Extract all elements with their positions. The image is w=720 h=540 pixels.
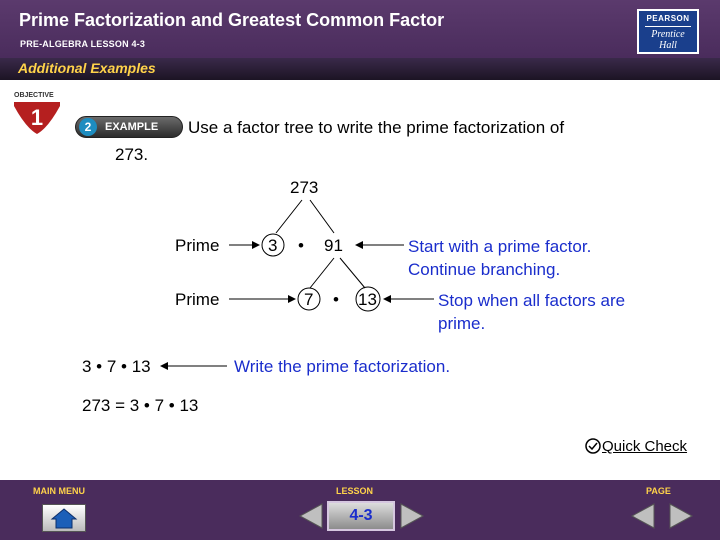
factor-3: 3 [268, 236, 278, 255]
page-next-button[interactable] [666, 501, 696, 531]
multiply-dot-2: • [333, 290, 339, 309]
lesson-next-button[interactable] [397, 501, 427, 531]
factor-13: 13 [358, 290, 377, 309]
page-label: PAGE [646, 486, 671, 496]
final-answer: 273 = 3 • 7 • 13 [82, 396, 199, 415]
home-icon [50, 508, 78, 529]
tree-root: 273 [290, 178, 319, 197]
quick-check-icon[interactable] [584, 437, 602, 455]
note-stop-1: Stop when all factors are [438, 291, 626, 310]
lesson-prev-button[interactable] [296, 501, 326, 531]
quick-check-link[interactable]: Quick Check [602, 438, 687, 455]
prime-label-2: Prime [175, 290, 220, 309]
note-start-1: Start with a prime factor. [408, 237, 592, 256]
home-button[interactable] [42, 504, 86, 532]
note-stop-2: prime. [438, 314, 486, 333]
note-write: Write the prime factorization. [234, 357, 451, 376]
factor-tree-lines [160, 199, 434, 370]
factor-91: 91 [324, 236, 343, 255]
prime-label-1: Prime [175, 236, 220, 255]
lesson-label: LESSON [336, 486, 374, 496]
note-start-2: Continue branching. [408, 260, 561, 279]
factor-7: 7 [304, 290, 314, 309]
multiply-dot-1: • [298, 236, 304, 255]
product-expression: 3 • 7 • 13 [82, 357, 151, 376]
page-prev-button[interactable] [628, 501, 658, 531]
lesson-number: 4-3 [327, 501, 395, 531]
main-menu-label: MAIN MENU [33, 486, 85, 496]
